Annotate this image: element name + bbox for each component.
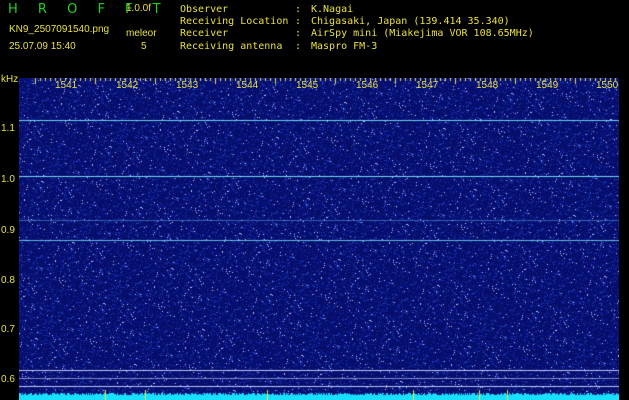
x-tick-label: 1548 <box>476 80 499 91</box>
y-tick-label: 0.9 <box>1 225 15 236</box>
y-tick-label: 0.6 <box>1 374 15 385</box>
info-row: Receiving Location: Chigasaki, Japan (139… <box>180 16 510 28</box>
info-key: Receiver <box>180 28 229 40</box>
x-tick-label: 1544 <box>236 80 259 91</box>
x-tick-label: 1542 <box>116 80 139 91</box>
info-key: Receiving antenna <box>180 40 283 52</box>
info-value: AirSpy mini (Miakejima VOR 108.65MHz) <box>311 28 534 40</box>
y-tick-label: 1.1 <box>1 123 15 134</box>
header-panel: H R O F F T 1.0.0f KN9_2507091540.png me… <box>0 0 629 78</box>
datetime-label: 25.07.09 15:40 <box>9 41 76 52</box>
right-margin <box>619 78 629 400</box>
meleor-label: meleor <box>126 28 157 39</box>
info-value: Chigasaki, Japan (139.414 35.340) <box>311 16 510 28</box>
x-tick-label: 1541 <box>55 80 78 91</box>
x-tick-label: 1545 <box>296 80 319 91</box>
x-tick-label: 1550 <box>596 80 619 91</box>
filename-label: KN9_2507091540.png <box>9 24 110 35</box>
info-value: Maspro FM-3 <box>311 40 378 52</box>
x-tick-label: 1546 <box>356 80 379 91</box>
x-tick-label: 1549 <box>536 80 559 91</box>
info-row: Observer: K.Nagai <box>180 4 354 15</box>
observation-info: Observer: K.Nagai Receiving Location: Chig… <box>180 4 534 53</box>
info-value: K.Nagai <box>311 4 354 15</box>
spectrogram-plot <box>19 78 619 400</box>
info-key: Receiving Location <box>180 16 289 28</box>
meleor-count: 5 <box>141 41 147 52</box>
y-tick-label: 0.7 <box>1 324 15 335</box>
y-tick-label: 1.0 <box>1 174 15 185</box>
y-axis-unit: kHz <box>1 74 19 85</box>
info-row: Receiver: AirSpy mini (Miakejima VOR 108.… <box>180 28 534 40</box>
info-row: Receiving antenna: Maspro FM-3 <box>180 40 378 52</box>
x-tick-label: 1543 <box>176 80 199 91</box>
version-label: 1.0.0f <box>126 3 152 14</box>
y-tick-label: 0.8 <box>1 275 15 286</box>
info-key: Observer <box>180 4 229 15</box>
spectrogram-canvas <box>19 78 619 400</box>
x-tick-label: 1547 <box>416 80 439 91</box>
